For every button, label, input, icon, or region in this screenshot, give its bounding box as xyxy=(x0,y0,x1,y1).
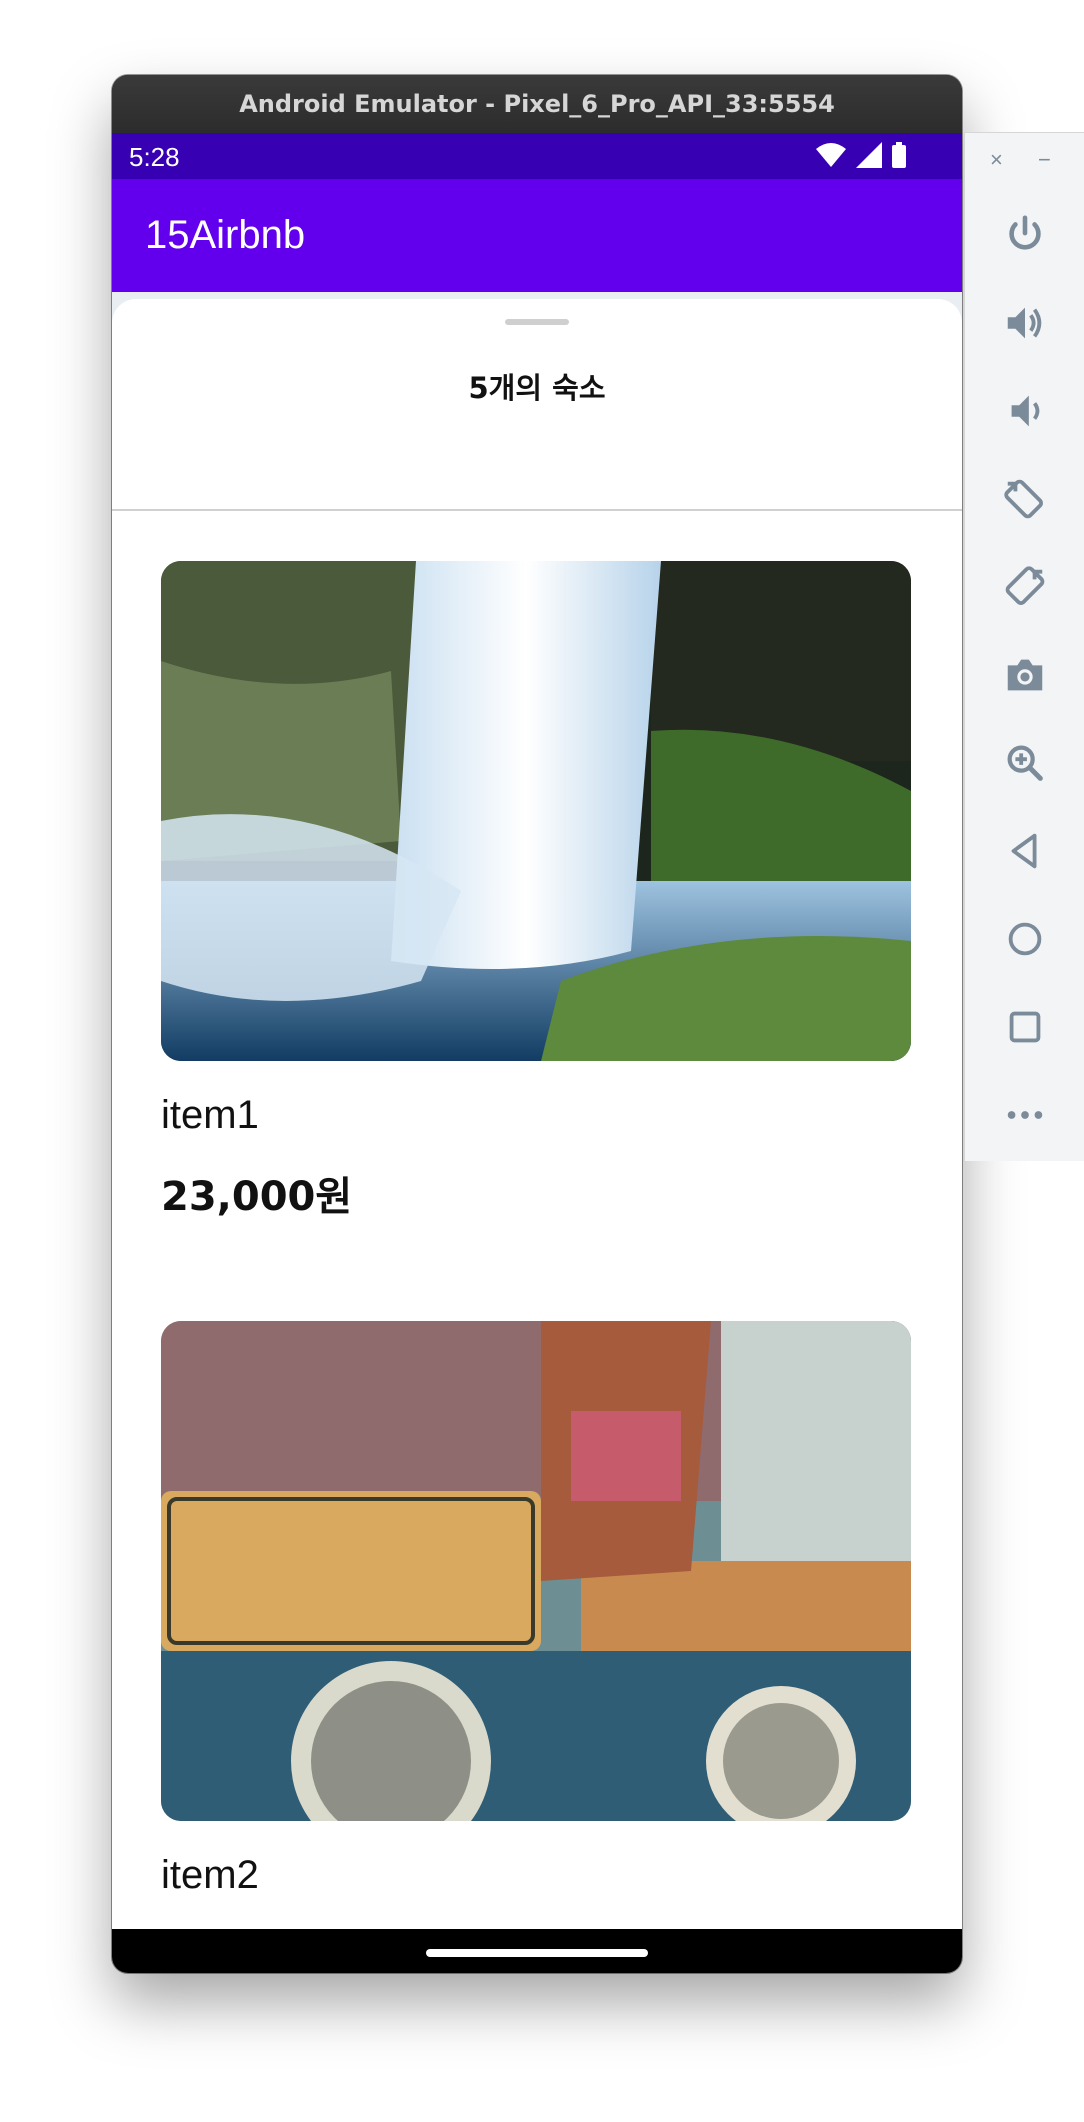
status-time: 5:28 xyxy=(129,142,180,172)
tuk-tuk-photo xyxy=(161,1321,911,1821)
camera-icon[interactable] xyxy=(995,645,1055,705)
listing-price: 23,000원 xyxy=(161,1174,353,1220)
volume-down-icon[interactable] xyxy=(995,381,1055,441)
navigation-bar xyxy=(112,1929,962,1973)
listing-card-1[interactable]: item1 23,000원 xyxy=(161,561,911,1222)
power-icon[interactable] xyxy=(995,205,1055,265)
listing-name: item1 xyxy=(161,1093,259,1137)
signal-icon xyxy=(856,142,882,168)
waterfall-photo xyxy=(161,561,911,1061)
emulator-toolbar: × − xyxy=(964,132,1084,1161)
battery-icon xyxy=(892,142,906,168)
volume-up-icon[interactable] xyxy=(995,293,1055,353)
emulator-window: Android Emulator - Pixel_6_Pro_API_33:55… xyxy=(112,75,962,1973)
wifi-icon xyxy=(816,143,846,167)
window-title: Android Emulator - Pixel_6_Pro_API_33:55… xyxy=(112,75,962,133)
back-icon[interactable] xyxy=(995,821,1055,881)
status-bar: 5:28 xyxy=(112,133,962,179)
overview-icon[interactable] xyxy=(995,997,1055,1057)
listing-image[interactable] xyxy=(161,1321,911,1821)
rotate-left-icon[interactable] xyxy=(995,469,1055,529)
app-title: 15Airbnb xyxy=(145,213,306,257)
more-icon[interactable] xyxy=(995,1085,1055,1145)
listing-image[interactable] xyxy=(161,561,911,1061)
drag-handle[interactable] xyxy=(505,319,569,325)
listing-card-2[interactable]: item2 xyxy=(161,1321,911,1898)
divider xyxy=(112,509,962,511)
rotate-right-icon[interactable] xyxy=(995,557,1055,617)
listing-name: item2 xyxy=(161,1853,259,1897)
home-icon[interactable] xyxy=(995,909,1055,969)
minimize-icon[interactable]: − xyxy=(1038,147,1051,173)
device-screen: 5:28 15Airbnb 5개의 숙소 item1 23,000원 item2 xyxy=(112,133,962,1973)
app-bar: 15Airbnb xyxy=(112,179,962,292)
bottom-sheet[interactable]: 5개의 숙소 item1 23,000원 item2 xyxy=(112,299,962,1929)
status-icons xyxy=(816,142,906,168)
zoom-icon[interactable] xyxy=(995,733,1055,793)
close-icon[interactable]: × xyxy=(990,147,1003,173)
sheet-title: 5개의 숙소 xyxy=(468,371,606,405)
home-gesture-handle[interactable] xyxy=(426,1949,648,1957)
